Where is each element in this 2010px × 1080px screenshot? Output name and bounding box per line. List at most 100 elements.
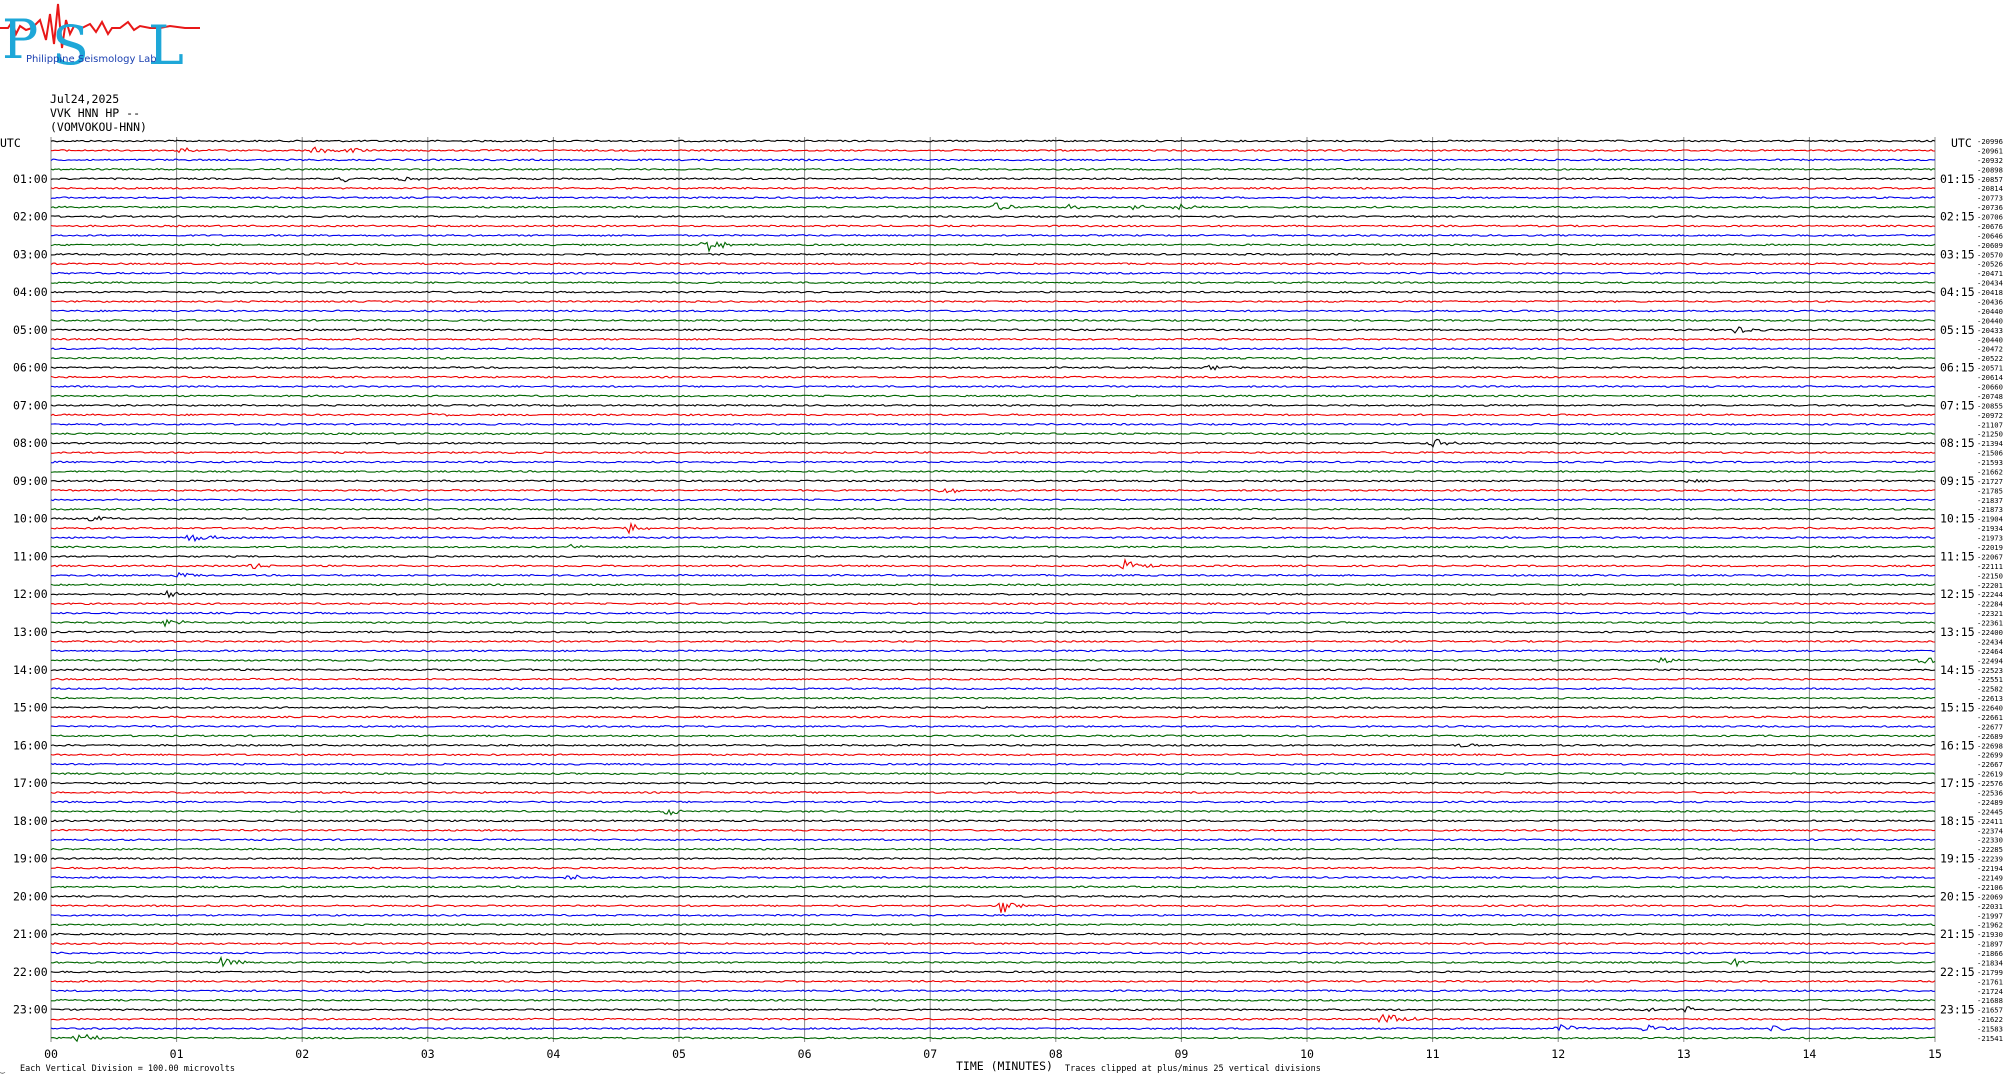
right-axis-title: UTC: [1951, 136, 1972, 150]
trace-row-66: [50, 762, 1936, 766]
row-offset-label: -22582: [1977, 685, 2003, 694]
trace-row-52: [50, 630, 1936, 634]
right-hour-label: 07:15: [1940, 398, 1975, 412]
trace-row-54: [51, 649, 1936, 653]
right-hour-label: 18:15: [1940, 814, 1975, 828]
trace-row-31: [50, 432, 1935, 436]
row-offset-label: -21930: [1977, 930, 2003, 939]
row-offset-label: -21997: [1977, 911, 2003, 920]
trace-row-95: [50, 1033, 1935, 1043]
trace-row-30: [50, 422, 1936, 426]
x-tick-label: 03: [421, 1047, 435, 1061]
right-hour-label: 17:15: [1940, 776, 1975, 790]
row-offset-label: -21799: [1977, 968, 2003, 977]
trace-row-62: [50, 724, 1936, 728]
trace-row-32: [50, 438, 1936, 448]
trace-row-33: [50, 451, 1936, 455]
row-offset-label: -20898: [1977, 165, 2003, 174]
row-offset-label: -22194: [1977, 864, 2003, 873]
clip-note: Traces clipped at plus/minus 25 vertical…: [1065, 1064, 1321, 1074]
trace-row-9: [50, 224, 1936, 228]
trace-row-26: [50, 385, 1936, 388]
trace-row-60: [51, 706, 1936, 709]
trace-row-85: [50, 942, 1936, 946]
right-hour-label: 21:15: [1940, 927, 1975, 941]
left-hour-label: 18:00: [13, 814, 48, 828]
scale-note: Each Vertical Division = 100.00 microvol…: [20, 1064, 235, 1074]
row-offset-label: -22149: [1977, 873, 2003, 882]
trace-row-0: [50, 139, 1936, 143]
row-offset-label: -22285: [1977, 845, 2003, 854]
trace-row-67: [50, 772, 1936, 776]
row-offset-label: -22374: [1977, 826, 2003, 835]
row-offset-label: -22523: [1977, 666, 2003, 675]
row-offset-label: -21724: [1977, 987, 2003, 996]
trace-row-73: [51, 828, 1936, 832]
trace-row-12: [51, 252, 1936, 256]
x-tick-label: 01: [170, 1047, 184, 1061]
trace-row-25: [50, 375, 1936, 379]
row-offset-label: -21897: [1977, 940, 2003, 949]
row-offset-label: -22494: [1977, 656, 2003, 665]
row-offset-label: -21506: [1977, 449, 2003, 458]
trace-row-35: [50, 470, 1936, 473]
left-hour-label: 17:00: [13, 776, 48, 790]
row-offset-label: -20857: [1977, 175, 2003, 184]
trace-row-34: [50, 460, 1936, 464]
row-offset-label: -22284: [1977, 600, 2003, 609]
row-offset-label: -21866: [1977, 949, 2003, 958]
trace-row-51: [51, 618, 1936, 628]
right-hour-label: 04:15: [1940, 285, 1975, 299]
row-offset-label: -20418: [1977, 288, 2003, 297]
right-hour-labels: 01:15 02:15 03:15 04:15 05:15 06:15 07:15 08:15…: [1940, 172, 1975, 1017]
right-hour-label: 11:15: [1940, 549, 1975, 563]
left-hour-label: 16:00: [13, 738, 48, 752]
trace-row-74: [50, 838, 1936, 842]
x-axis-label: TIME (MINUTES): [956, 1059, 1053, 1073]
left-hour-label: 06:00: [13, 361, 48, 375]
row-offset-label: -20570: [1977, 250, 2003, 259]
row-offset-label: -20748: [1977, 392, 2003, 401]
right-hour-label: 15:15: [1940, 701, 1975, 715]
row-offset-label: -20646: [1977, 231, 2003, 240]
x-tick-label: 12: [1551, 1047, 1565, 1061]
corner-mark: ‿: [0, 1065, 6, 1074]
row-offset-label: -20440: [1977, 316, 2003, 325]
row-offset-label: -20433: [1977, 326, 2003, 335]
row-offset-label: -21785: [1977, 486, 2003, 495]
trace-row-8: [50, 215, 1936, 218]
trace-row-78: [50, 874, 1936, 881]
row-offset-label: -22698: [1977, 741, 2003, 750]
left-hour-labels: 01:00 02:00 03:00 04:00 05:00 06:00 07:00 08:00…: [13, 172, 48, 1017]
trace-row-89: [50, 979, 1936, 983]
trace-row-88: [50, 970, 1936, 974]
left-hour-label: 20:00: [13, 889, 48, 903]
trace-row-38: [50, 498, 1936, 502]
trace-row-79: [51, 885, 1936, 889]
trace-row-47: [50, 583, 1936, 587]
trace-row-50: [50, 611, 1936, 615]
trace-row-94: [50, 1023, 1935, 1032]
trace-row-69: [50, 791, 1936, 794]
left-hour-label: 13:00: [13, 625, 48, 639]
right-hour-label: 22:15: [1940, 965, 1975, 979]
row-offset-label: -22361: [1977, 619, 2003, 628]
row-offset-label: -22330: [1977, 836, 2003, 845]
row-offset-label: -20773: [1977, 194, 2003, 203]
row-offset-label: -21973: [1977, 534, 2003, 543]
trace-row-13: [50, 262, 1936, 266]
left-hour-label: 09:00: [13, 474, 48, 488]
right-hour-label: 12:15: [1940, 587, 1975, 601]
row-offset-label: -22201: [1977, 581, 2003, 590]
row-offset-label: -21727: [1977, 477, 2003, 486]
x-tick-label: 15: [1928, 1047, 1942, 1061]
trace-row-64: [50, 743, 1936, 748]
trace-row-63: [50, 734, 1936, 738]
row-offset-label: -20471: [1977, 269, 2003, 278]
row-offset-label: -20961: [1977, 146, 2003, 155]
row-offset-label: -22067: [1977, 552, 2003, 561]
row-offset-label: -21837: [1977, 496, 2003, 505]
row-offset-label: -20932: [1977, 156, 2003, 165]
x-tick-label: 10: [1300, 1047, 1314, 1061]
trace-row-20: [50, 326, 1936, 334]
